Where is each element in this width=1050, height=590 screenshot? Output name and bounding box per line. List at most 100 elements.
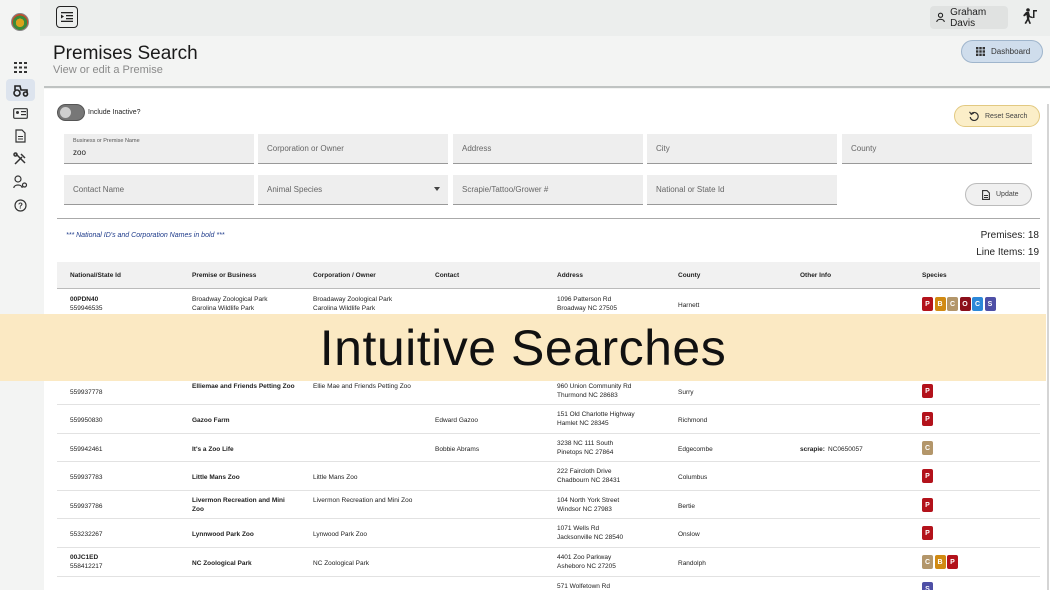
species-badges: CBP — [922, 555, 958, 569]
logout-icon[interactable] — [1019, 8, 1039, 26]
contact-name-field[interactable]: Contact Name — [64, 175, 254, 205]
corporation-name: Little Mans Zoo — [313, 474, 358, 481]
species-badges: S — [922, 582, 933, 590]
corporation-name: Lynwood Park Zoo — [313, 531, 367, 538]
species-badge[interactable]: P — [922, 469, 933, 483]
col-corporation[interactable]: Corporation / Owner — [313, 272, 376, 279]
county-field[interactable]: County — [842, 134, 1032, 164]
species-badge[interactable]: B — [934, 297, 946, 311]
species-badge[interactable]: C — [947, 297, 958, 311]
state-id: 559937783 — [70, 474, 103, 481]
address-line-2: Asheboro NC 27205 — [557, 563, 616, 570]
table-row[interactable]: 571 Wolfetown Rd S — [57, 577, 1040, 590]
user-menu[interactable]: Graham Davis — [930, 6, 1008, 29]
contact-name: Edward Gazoo — [435, 417, 478, 424]
user-name: Graham Davis — [950, 6, 987, 29]
premise-name: Livermon Recreation and Mini Zoo — [192, 497, 285, 513]
app-logo[interactable] — [11, 13, 29, 31]
left-rail: ? — [0, 0, 40, 590]
update-label: Update — [996, 191, 1019, 198]
col-species[interactable]: Species — [922, 272, 947, 279]
species-badge[interactable]: P — [922, 384, 933, 398]
premise-name: Little Mans Zoo — [192, 474, 240, 481]
species-badge[interactable]: P — [947, 555, 958, 569]
address-field[interactable]: Address — [453, 134, 643, 164]
address-line-2: Pinetops NC 27864 — [557, 449, 614, 456]
address-line-1: 3238 NC 111 South — [557, 440, 614, 447]
county-name: Harnett — [678, 302, 700, 309]
line-items-count: Line Items: 19 — [976, 247, 1039, 258]
species-badge[interactable]: P — [922, 412, 933, 426]
table-row[interactable]: 559937778 Elliemae and Friends Petting Zo… — [57, 377, 1040, 405]
toggle-knob — [60, 107, 71, 118]
file-icon — [982, 189, 990, 200]
table-row[interactable]: 559950830 Gazoo Farm Edward Gazoo 151 Old C… — [57, 405, 1040, 434]
state-id: 559937786 — [70, 503, 103, 510]
table-row[interactable]: 00JC1ED 558412217 NC Zoological Park NC Zoo… — [57, 548, 1040, 577]
grid-icon — [976, 47, 985, 56]
city-placeholder: City — [656, 144, 670, 153]
update-button[interactable]: Update — [965, 183, 1032, 206]
address-line-2: Windsor NC 27983 — [557, 506, 612, 513]
col-national-id[interactable]: National/State Id — [70, 272, 121, 279]
col-address[interactable]: Address — [557, 272, 583, 279]
premise-name: Lynnwood Park Zoo — [192, 531, 254, 538]
address-line-2: Broadway NC 27505 — [557, 305, 617, 312]
table-row[interactable]: 553232267 Lynnwood Park Zoo Lynwood Park Z… — [57, 519, 1040, 548]
species-badge[interactable]: P — [922, 297, 933, 311]
premise-name: It's a Zoo Life — [192, 446, 234, 453]
animal-species-select[interactable]: Animal Species — [258, 175, 448, 205]
species-badge[interactable]: P — [922, 498, 933, 512]
address-line-1: 151 Old Charlotte Highway — [557, 411, 635, 418]
premises-count: Premises: 18 — [980, 230, 1039, 241]
species-badge[interactable]: C — [922, 441, 933, 455]
document-icon[interactable] — [10, 127, 30, 145]
species-badge[interactable]: C — [972, 297, 983, 311]
col-premise[interactable]: Premise or Business — [192, 272, 256, 279]
national-id: 00PDN40 — [70, 296, 99, 303]
apps-grid-icon[interactable] — [10, 58, 30, 76]
species-badge[interactable]: S — [922, 582, 933, 590]
species-badge[interactable]: S — [984, 297, 996, 311]
table-row[interactable]: 559942461 It's a Zoo Life Bobbie Abrams 323… — [57, 434, 1040, 462]
user-settings-icon[interactable] — [10, 173, 30, 191]
address-line-2: Chadbourn NC 28431 — [557, 477, 621, 484]
scrollbar[interactable] — [1047, 104, 1049, 590]
corporation-name: Livermon Recreation and Mini Zoo — [313, 497, 413, 504]
tractor-icon[interactable] — [6, 79, 35, 101]
table-row[interactable]: 559937783 Little Mans Zoo Little Mans Zoo 2… — [57, 462, 1040, 491]
chevron-down-icon — [434, 187, 440, 191]
state-id: 559942461 — [70, 446, 103, 453]
table-row[interactable]: 559937786 Livermon Recreation and Mini Zo… — [57, 491, 1040, 519]
premise-name: Gazoo Farm — [192, 417, 230, 424]
menu-toggle-button[interactable] — [56, 6, 78, 28]
help-icon[interactable]: ? — [10, 196, 30, 214]
species-badge[interactable]: O — [959, 297, 971, 311]
reset-search-button[interactable]: Reset Search — [954, 105, 1040, 127]
include-inactive-toggle[interactable] — [57, 104, 85, 121]
species-badge[interactable]: B — [934, 555, 946, 569]
scrapie-placeholder: Scrapie/Tattoo/Grower # — [462, 185, 549, 194]
species-badges: P — [922, 526, 933, 540]
scrapie-field[interactable]: Scrapie/Tattoo/Grower # — [453, 175, 643, 205]
address-line-1: 960 Union Community Rd — [557, 383, 632, 390]
corporation-placeholder: Corporation or Owner — [267, 144, 344, 153]
tools-icon[interactable] — [10, 150, 30, 168]
dashboard-button[interactable]: Dashboard — [961, 40, 1043, 63]
national-id-field[interactable]: National or State Id — [647, 175, 837, 205]
species-badge[interactable]: C — [922, 555, 933, 569]
id-card-icon[interactable] — [10, 104, 30, 122]
col-county[interactable]: County — [678, 272, 700, 279]
col-contact[interactable]: Contact — [435, 272, 459, 279]
corporation-field[interactable]: Corporation or Owner — [258, 134, 448, 164]
city-field[interactable]: City — [647, 134, 837, 164]
business-name-field[interactable]: Business or Premise Name zoo — [64, 134, 254, 164]
address-line-1: 1071 Wells Rd — [557, 525, 600, 532]
address-line-2: Jacksonville NC 28540 — [557, 534, 624, 541]
state-id: 559950830 — [70, 417, 103, 424]
other-info-value: NC0650057 — [828, 446, 863, 453]
col-other-info[interactable]: Other Info — [800, 272, 831, 279]
animal-species-placeholder: Animal Species — [267, 185, 323, 194]
species-badge[interactable]: P — [922, 526, 933, 540]
national-id: 00JC1ED — [70, 554, 99, 561]
